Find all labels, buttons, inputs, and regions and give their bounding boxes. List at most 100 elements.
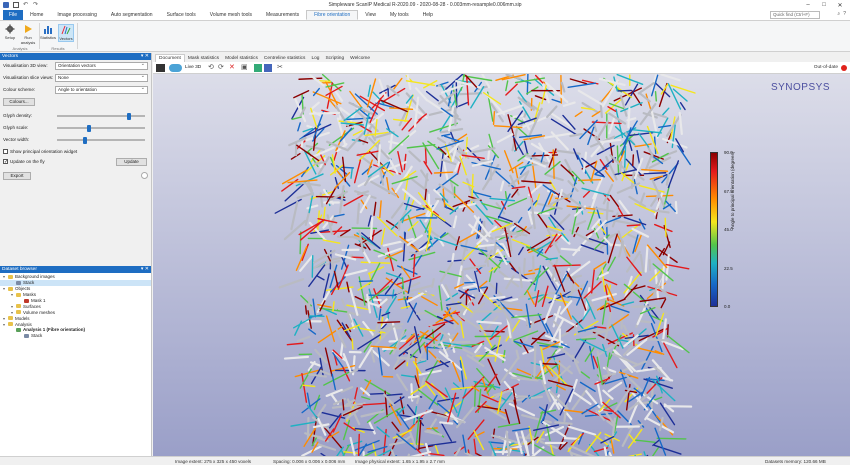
tab-auto-segmentation[interactable]: Auto segmentation (104, 10, 160, 20)
folder-icon (16, 310, 21, 315)
tab-my-tools[interactable]: My tools (383, 10, 416, 20)
clear-icon[interactable]: ✕ (229, 64, 235, 72)
folder-icon (8, 274, 13, 279)
fibre-vectors-render[interactable] (153, 74, 850, 456)
update-fly-checkbox[interactable]: ✓ (3, 159, 8, 165)
glyph-density-label: Glyph density: (3, 113, 33, 118)
tree-node-label: Stack (31, 333, 43, 339)
run-analysis-label: Run analysis (20, 35, 36, 45)
mask-icon (24, 298, 29, 303)
folder-icon (8, 286, 13, 291)
show-widget-label: Show principal orientation widget (10, 149, 78, 154)
tree-node-label: Masks (23, 292, 37, 298)
tree-node-label: Stack (23, 280, 35, 286)
tab-welcome[interactable]: Welcome (347, 54, 373, 62)
rotate-icon[interactable]: ⟲ (208, 64, 214, 72)
setup-label: Setup (4, 35, 16, 40)
tools-icon[interactable]: ✂ (277, 64, 283, 72)
vectors-icon (61, 25, 71, 35)
tab-measurements[interactable]: Measurements (259, 10, 306, 20)
tab-mask-statistics[interactable]: Mask statistics (185, 54, 222, 62)
export-button[interactable]: Export (3, 172, 31, 180)
tab-log[interactable]: Log (308, 54, 322, 62)
physical-extent-text: Image physical extent: 1.65 x 1.95 x 2.7… (355, 459, 445, 464)
tab-file[interactable]: File (3, 10, 24, 20)
folder-icon (16, 292, 21, 297)
colour-bar (710, 152, 718, 307)
update-button[interactable]: Update (116, 158, 147, 166)
visslice-select[interactable]: None (55, 73, 148, 82)
tree-node-label: Surfaces (23, 303, 41, 309)
help-icon[interactable]: ? (843, 11, 846, 17)
panel-close-icon[interactable]: ▾ ✕ (141, 266, 149, 272)
tab-scripting[interactable]: Scripting (322, 54, 347, 62)
analysis-icon (16, 327, 21, 332)
tab-help[interactable]: Help (416, 10, 440, 20)
synopsys-logo: SYNOPSYS (770, 82, 830, 93)
glyph-density-slider[interactable] (57, 113, 145, 120)
show-surfaces-icon[interactable] (264, 64, 272, 72)
show-widget-checkbox[interactable] (3, 149, 8, 154)
colour-bar-tick: 22.5 (724, 266, 733, 271)
glyph-scale-label: Glyph scale: (3, 125, 29, 130)
analysis-group-label: Analysis (12, 46, 28, 51)
folder-icon (16, 304, 21, 309)
reset-view-icon[interactable]: ⟳ (218, 64, 224, 72)
play-icon (25, 25, 32, 33)
quick-find-input[interactable]: Quick find (Ctrl+F) (770, 11, 820, 19)
show-masks-icon[interactable] (254, 64, 262, 72)
glyph-scale-slider[interactable] (57, 125, 145, 132)
tree-node-label: Background images (15, 274, 55, 280)
vector-width-label: Vector width: (3, 137, 30, 142)
slider-thumb[interactable] (87, 125, 92, 132)
minimize-button[interactable]: – (800, 0, 816, 10)
colour-bar-tick: 0.0 (724, 304, 731, 309)
vis3d-select[interactable]: Orientation vectors (55, 61, 148, 70)
view-toolbar: Live 3D ⟲ ⟳ ✕ ▣ ✂ Out-of-date (153, 62, 850, 74)
folder-icon (8, 322, 13, 327)
3d-viewport[interactable]: SYNOPSYS 90.0 67.5 45.0 22.5 0.0 Angle t… (153, 74, 850, 456)
view-layout-icon[interactable] (156, 64, 165, 72)
tab-surface-tools[interactable]: Surface tools (160, 10, 203, 20)
statistics-button[interactable]: Statistics (40, 24, 56, 40)
title-bar: ↶ ↷ Simpleware ScanIP Medical R-2020.09 … (0, 0, 850, 10)
vectors-button[interactable]: Vectors (58, 24, 74, 42)
colours-button[interactable]: Colours... (3, 98, 35, 106)
tab-volume-mesh-tools[interactable]: Volume mesh tools (203, 10, 259, 20)
statistics-label: Statistics (40, 35, 57, 40)
ribbon: Setup Run analysis Analysis Statistics V… (0, 20, 850, 52)
settings-icon[interactable] (141, 172, 148, 179)
panel-close-icon[interactable]: ▾ ✕ (141, 53, 149, 59)
dataset-browser-header: Dataset browser ▾ ✕ (0, 266, 151, 273)
tab-centreline-statistics[interactable]: Centreline statistics (261, 54, 309, 62)
slider-thumb[interactable] (83, 137, 88, 144)
vectors-label: Vectors (59, 36, 73, 41)
live3d-label: Live 3D (185, 65, 202, 70)
tree-node[interactable]: Stack (0, 333, 151, 339)
search-icon[interactable]: ⌕ (837, 11, 840, 17)
setup-button[interactable]: Setup (2, 24, 18, 40)
document-tabs: Document Mask statistics Model statistic… (153, 53, 850, 62)
status-bar: Image extent: 275 x 325 x 450 voxels Spa… (0, 456, 850, 465)
image-extent-text: Image extent: 275 x 325 x 450 voxels (175, 459, 252, 464)
vectors-panel-title: Vectors (2, 54, 18, 59)
tab-fibre-orientation[interactable]: Fibre orientation (306, 10, 359, 20)
colour-scheme-select[interactable]: Angle to orientation (55, 85, 148, 94)
tab-document[interactable]: Document (155, 54, 185, 62)
maximize-button[interactable]: □ (816, 0, 832, 10)
slider-thumb[interactable] (126, 113, 131, 120)
snapshot-icon[interactable]: ▣ (241, 64, 248, 72)
analysis-group: Setup Run analysis Analysis (2, 23, 38, 51)
window-title: Simpleware ScanIP Medical R-2020.09 - 20… (328, 2, 522, 8)
vector-width-slider[interactable] (57, 137, 145, 144)
tab-view[interactable]: View (358, 10, 383, 20)
run-analysis-button[interactable]: Run analysis (20, 24, 36, 45)
tree-node-label: Analysis (15, 321, 32, 327)
live3d-toggle[interactable] (169, 64, 182, 72)
close-button[interactable]: ✕ (832, 0, 848, 10)
tab-model-statistics[interactable]: Model statistics (222, 54, 261, 62)
fibre-block (274, 74, 696, 456)
tab-image-processing[interactable]: Image processing (50, 10, 103, 20)
tab-home[interactable]: Home (23, 10, 50, 20)
ribbon-tabs: File Home Image processing Auto segmenta… (0, 10, 850, 20)
